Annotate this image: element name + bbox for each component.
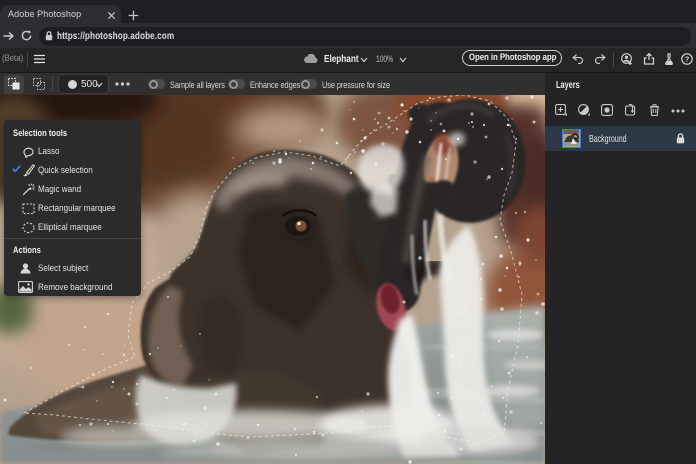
- svg-text:?: ?: [685, 55, 690, 64]
